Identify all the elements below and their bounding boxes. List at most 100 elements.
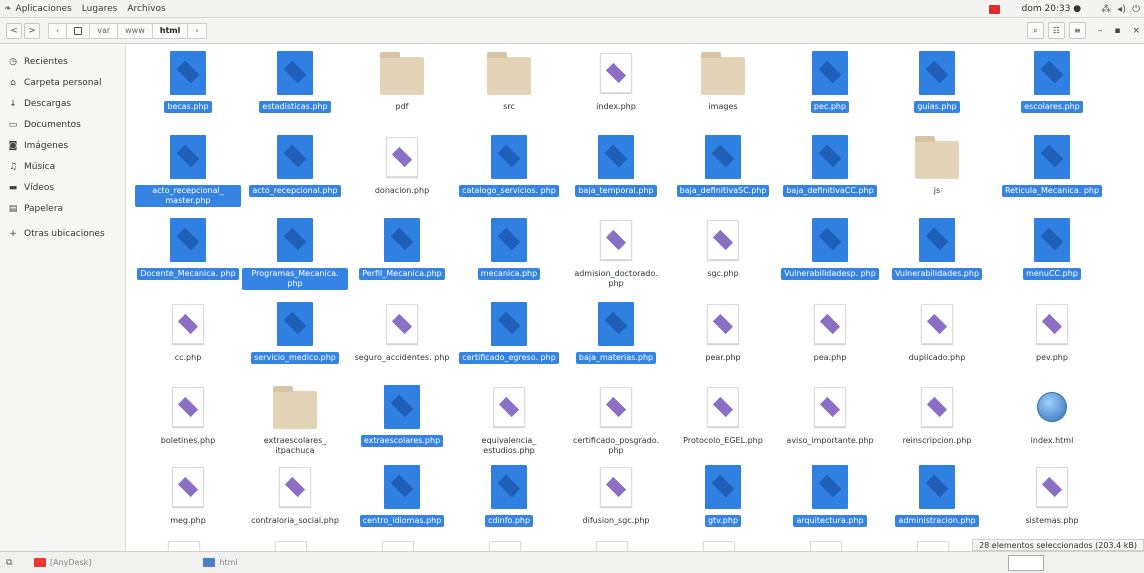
file-item[interactable]: sgc.php [669, 218, 777, 280]
file-item[interactable]: extraescolares.php [348, 385, 456, 447]
file-item-partial[interactable] [917, 541, 957, 551]
sidebar-item-otras-ubicaciones[interactable]: + Otras ubicaciones [0, 223, 125, 244]
sidebar-item-música[interactable]: ♫ Música [0, 156, 125, 177]
places-menu[interactable]: Lugares [82, 4, 118, 14]
sidebar-item-recientes[interactable]: ◷ Recientes [0, 51, 125, 72]
sidebar-item-descargas[interactable]: ↓ Descargas [0, 93, 125, 114]
file-item-partial[interactable] [275, 541, 315, 551]
file-item[interactable]: baja_definitivaCC.php [776, 135, 884, 197]
file-item[interactable]: pdf [348, 51, 456, 113]
file-item[interactable]: gtv.php [669, 465, 777, 527]
back-button[interactable]: < [6, 22, 22, 39]
sidebar-item-papelera[interactable]: ▤ Papelera [0, 198, 125, 219]
file-item[interactable]: arquitectura.php [776, 465, 884, 527]
file-item[interactable]: certificado_egreso. php [455, 302, 563, 364]
file-item[interactable]: seguro_accidentes. php [348, 302, 456, 364]
file-item[interactable]: difusion_sgc.php [562, 465, 670, 527]
file-item[interactable]: servicio_medico.php [241, 302, 349, 364]
file-item[interactable]: Programas_Mecanica. php [241, 218, 349, 290]
file-item[interactable]: mecanica.php [455, 218, 563, 280]
file-item[interactable]: reinscripcion.php [883, 385, 991, 447]
minimize-button[interactable]: – [1098, 26, 1103, 36]
breadcrumb-left-arrow[interactable]: ‹ [48, 22, 68, 39]
anydesk-tray-icon[interactable] [988, 4, 1000, 14]
sidebar-item-carpeta-personal[interactable]: ⌂ Carpeta personal [0, 72, 125, 93]
file-item[interactable]: baja_temporal.php [562, 135, 670, 197]
sidebar-item-vídeos[interactable]: ▬ Vídeos [0, 177, 125, 198]
sidebar-item-documentos[interactable]: ▭ Documentos [0, 114, 125, 135]
file-item[interactable]: guias.php [883, 51, 991, 113]
file-item[interactable]: acto_recepcional.php [241, 135, 349, 197]
view-toggle-button[interactable]: ☷ [1047, 22, 1065, 39]
menu-button[interactable]: ≡ [1068, 22, 1086, 39]
file-item[interactable]: admision_doctorado. php [562, 218, 670, 290]
file-item[interactable]: aviso_importante.php [776, 385, 884, 447]
file-item[interactable]: cdinfo.php [455, 465, 563, 527]
file-item[interactable]: pec.php [776, 51, 884, 113]
workspace-switcher[interactable] [1008, 555, 1044, 571]
maximize-button[interactable]: ▪ [1114, 26, 1120, 36]
taskbar-anydesk[interactable]: [AnyDesk] [28, 554, 97, 572]
file-item[interactable]: Vulnerabilidades.php [883, 218, 991, 280]
file-item[interactable]: index.html [998, 385, 1106, 447]
network-icon[interactable]: ⁂ [1101, 4, 1111, 15]
sidebar-item-imágenes[interactable]: ◙ Imágenes [0, 135, 125, 156]
file-item-partial[interactable] [168, 541, 208, 551]
file-item[interactable]: pev.php [998, 302, 1106, 364]
file-item[interactable]: pear.php [669, 302, 777, 364]
file-item[interactable]: js [883, 135, 991, 197]
file-item[interactable]: acto_recepcional_ master.php [134, 135, 242, 207]
applications-menu[interactable]: ❧ Aplicaciones [4, 4, 72, 14]
file-item[interactable]: centro_idiomas.php [348, 465, 456, 527]
file-item[interactable]: catalogo_servicios. php [455, 135, 563, 197]
clock[interactable]: dom 20:33 ● [1022, 4, 1082, 14]
file-item[interactable]: estadisticas.php [241, 51, 349, 113]
file-item[interactable]: menuCC.php [998, 218, 1106, 280]
files-menu[interactable]: Archivos [127, 4, 165, 14]
file-item[interactable]: certificado_posgrado. php [562, 385, 670, 457]
file-item[interactable]: cc.php [134, 302, 242, 364]
file-item[interactable]: duplicado.php [883, 302, 991, 364]
breadcrumb-root[interactable] [66, 22, 91, 39]
file-item[interactable]: sistemas.php [998, 465, 1106, 527]
file-item[interactable]: Reticula_Mecanica. php [998, 135, 1106, 197]
breadcrumb-html[interactable]: html [151, 22, 189, 39]
file-item[interactable]: meg.php [134, 465, 242, 527]
php-file-icon [600, 53, 632, 93]
file-item-partial[interactable] [703, 541, 743, 551]
volume-icon[interactable]: ◂) [1117, 4, 1126, 15]
file-item-partial[interactable] [596, 541, 636, 551]
forward-button[interactable]: > [24, 22, 40, 39]
file-item[interactable]: index.php [562, 51, 670, 113]
file-item[interactable]: Perfil_Mecanica.php [348, 218, 456, 280]
file-item[interactable]: images [669, 51, 777, 113]
file-item[interactable]: administracion.php [883, 465, 991, 527]
file-item-partial[interactable] [810, 541, 850, 551]
file-item[interactable]: escolares.php [998, 51, 1106, 113]
power-icon[interactable]: ⏻ [1132, 4, 1140, 15]
file-item[interactable]: equivalencia_ estudios.php [455, 385, 563, 457]
applications-label: Aplicaciones [15, 3, 72, 14]
file-item[interactable]: baja_definitivaSC.php [669, 135, 777, 197]
file-item-partial[interactable] [382, 541, 422, 551]
close-button[interactable]: × [1132, 26, 1140, 36]
file-item[interactable]: src [455, 51, 563, 113]
file-item[interactable]: extraescolares_ itpachuca [241, 385, 349, 457]
show-desktop-icon[interactable]: ⧉ [6, 558, 22, 568]
file-item[interactable]: baja_materias.php [562, 302, 670, 364]
breadcrumb-var[interactable]: var [89, 22, 119, 39]
search-button[interactable]: ⌕ [1026, 22, 1044, 39]
breadcrumb-right-arrow[interactable]: › [187, 22, 207, 39]
file-item[interactable]: Protocolo_EGEL.php [669, 385, 777, 447]
file-item[interactable]: contraloria_social.php [241, 465, 349, 527]
file-item[interactable]: becas.php [134, 51, 242, 113]
file-item[interactable]: Vulnerabilidadesp. php [776, 218, 884, 280]
breadcrumb-www[interactable]: www [117, 22, 153, 39]
file-item[interactable]: Docente_Mecanica. php [134, 218, 242, 280]
file-item[interactable]: boletines.php [134, 385, 242, 447]
file-item[interactable]: donacion.php [348, 135, 456, 197]
file-item-partial[interactable] [489, 541, 529, 551]
taskbar-html-window[interactable]: html [197, 554, 243, 572]
file-name: administracion.php [895, 515, 979, 527]
file-item[interactable]: pea.php [776, 302, 884, 364]
